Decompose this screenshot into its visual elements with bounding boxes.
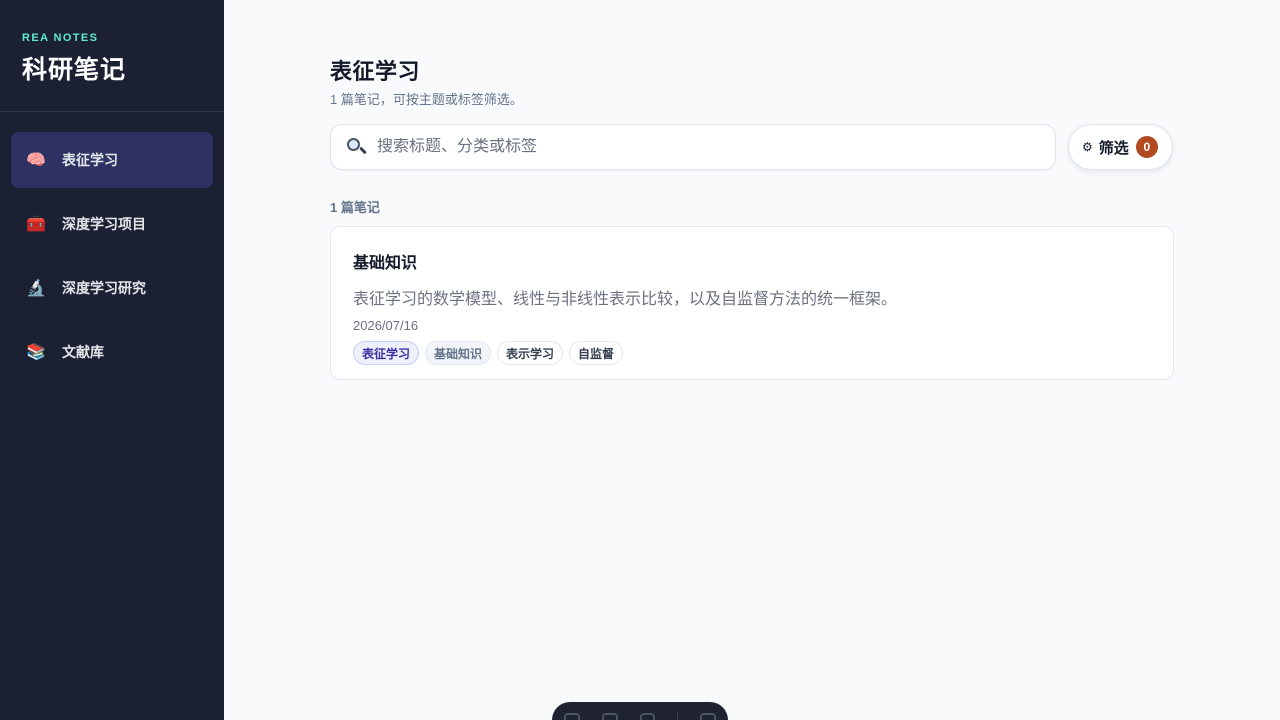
note-date: 2026/07/16 bbox=[353, 318, 419, 333]
note-count-label: 1 篇笔记 bbox=[330, 200, 380, 215]
brand-title: 科研笔记 bbox=[22, 56, 127, 84]
note-title: 基础知识 bbox=[353, 255, 418, 272]
main-content: 表征学习 1 篇笔记，可按主题或标签筛选。 ⚙ 筛选 0 1 篇笔记 基础知识 … bbox=[224, 0, 1280, 720]
gear-icon: ⚙ bbox=[1082, 140, 1093, 154]
brand: REA NOTES 科研笔记 bbox=[0, 0, 224, 112]
filter-label: 筛选 bbox=[1098, 139, 1129, 157]
app: REA NOTES 科研笔记 🧠 表征学习 🧰 深度学习项目 🔬 深度学习研究 … bbox=[0, 0, 1280, 720]
note-tags: 表征学习 基础知识 表示学习 自监督 bbox=[353, 341, 1151, 365]
brand-eyebrow: REA NOTES bbox=[22, 32, 99, 44]
tag[interactable]: 表示学习 bbox=[497, 341, 564, 365]
page-subtitle: 1 篇笔记，可按主题或标签筛选。 bbox=[330, 92, 523, 107]
dock-divider bbox=[677, 711, 679, 720]
dock-pen-icon[interactable] bbox=[564, 713, 580, 720]
tag[interactable]: 表征学习 bbox=[353, 341, 420, 365]
sidebar-item-label: 文献库 bbox=[62, 344, 104, 360]
filter-count-badge: 0 bbox=[1135, 136, 1158, 158]
sidebar-item-label: 表征学习 bbox=[62, 152, 118, 168]
toolbox-icon: 🧰 bbox=[26, 216, 46, 233]
sidebar-item-representation-learning[interactable]: 🧠 表征学习 bbox=[11, 132, 213, 188]
sidebar-item-dl-projects[interactable]: 🧰 深度学习项目 bbox=[11, 196, 213, 252]
page-title: 表征学习 bbox=[330, 59, 421, 84]
search-icon bbox=[345, 136, 367, 158]
filter-button[interactable]: ⚙ 筛选 0 bbox=[1068, 124, 1173, 170]
microscope-icon: 🔬 bbox=[26, 280, 46, 297]
search-input[interactable] bbox=[377, 138, 1041, 156]
note-card[interactable]: 基础知识 表征学习的数学模型、线性与非线性表示比较，以及自监督方法的统一框架。 … bbox=[330, 226, 1174, 380]
tag[interactable]: 基础知识 bbox=[425, 341, 492, 365]
sidebar-item-library[interactable]: 📚 文献库 bbox=[11, 324, 213, 380]
books-icon: 📚 bbox=[26, 344, 46, 361]
dock-menu-icon[interactable] bbox=[639, 713, 656, 720]
brain-icon: 🧠 bbox=[26, 152, 46, 169]
tag[interactable]: 自监督 bbox=[569, 341, 624, 365]
bottom-dock bbox=[552, 702, 728, 720]
dock-brush-icon[interactable] bbox=[601, 713, 618, 720]
sidebar-item-dl-research[interactable]: 🔬 深度学习研究 bbox=[11, 260, 213, 316]
sidebar-nav: 🧠 表征学习 🧰 深度学习项目 🔬 深度学习研究 📚 文献库 bbox=[0, 112, 224, 408]
sidebar-item-label: 深度学习项目 bbox=[62, 216, 146, 232]
dock-gear-icon[interactable] bbox=[700, 713, 717, 720]
sidebar-item-label: 深度学习研究 bbox=[62, 280, 146, 296]
search-box[interactable] bbox=[330, 124, 1056, 170]
sidebar: REA NOTES 科研笔记 🧠 表征学习 🧰 深度学习项目 🔬 深度学习研究 … bbox=[0, 0, 224, 720]
note-description: 表征学习的数学模型、线性与非线性表示比较，以及自监督方法的统一框架。 bbox=[353, 291, 898, 308]
